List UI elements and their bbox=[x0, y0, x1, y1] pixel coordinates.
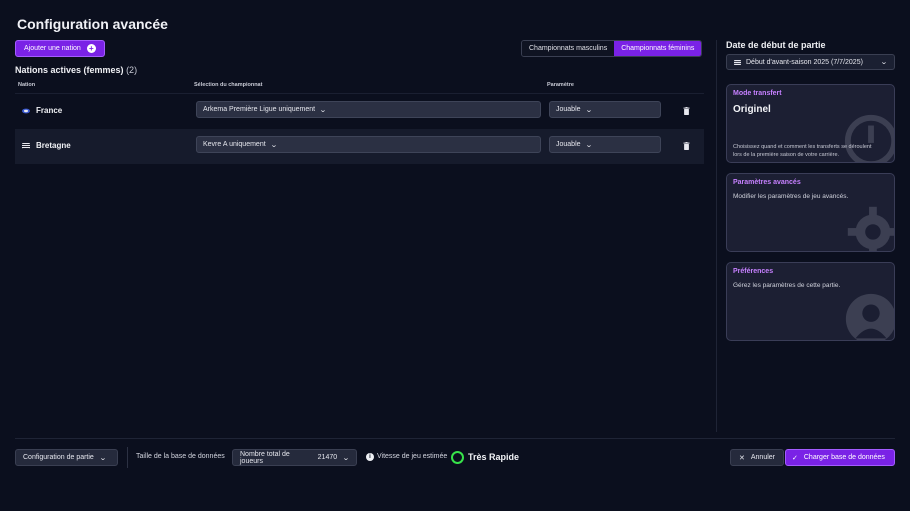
section-title: Nations actives (femmes) (2) bbox=[15, 65, 137, 75]
transfer-mode-card[interactable]: Mode transfert Originel Choisissez quand… bbox=[726, 84, 895, 163]
players-label: Nombre total de joueurs bbox=[240, 450, 290, 465]
card-value: Originel bbox=[733, 104, 771, 115]
league-gender-toggle: Championnats masculins Championnats fémi… bbox=[521, 40, 703, 57]
footer-separator bbox=[127, 447, 128, 468]
start-date-title: Date de début de partie bbox=[726, 40, 826, 50]
load-database-button[interactable]: ✓ Charger base de données bbox=[785, 449, 895, 466]
chevron-down-icon: ⌄ bbox=[880, 59, 888, 66]
parameter-value: Jouable bbox=[556, 141, 581, 148]
bretagne-flag-icon bbox=[22, 143, 30, 149]
championship-value: Kevre A uniquement bbox=[203, 141, 266, 148]
game-config-label: Configuration de partie bbox=[23, 454, 94, 461]
parameter-select[interactable]: Jouable ⌄ bbox=[549, 101, 661, 118]
add-nation-button[interactable]: Ajouter une nation + bbox=[15, 40, 105, 57]
parameter-value: Jouable bbox=[556, 106, 581, 113]
close-icon: ✕ bbox=[739, 454, 745, 462]
card-title: Préférences bbox=[733, 268, 774, 275]
check-icon: ✓ bbox=[792, 454, 798, 462]
table-row: France Arkema Première Ligue uniquement … bbox=[15, 94, 704, 129]
nation-name: Bretagne bbox=[36, 141, 71, 150]
gear-icon bbox=[847, 206, 894, 251]
page-title: Configuration avancée bbox=[17, 16, 168, 32]
card-description: Modifier les paramètres de jeu avancés. bbox=[733, 193, 849, 200]
start-date-value: Début d'avant-saison 2025 (7/7/2025) bbox=[746, 58, 863, 66]
parameter-select[interactable]: Jouable ⌄ bbox=[549, 136, 661, 153]
sidebar-divider bbox=[716, 40, 717, 432]
table-row: Bretagne Kevre A uniquement ⌄ Jouable ⌄ bbox=[15, 129, 704, 164]
trash-icon[interactable] bbox=[683, 107, 690, 115]
advanced-settings-card[interactable]: Paramètres avancés Modifier les paramètr… bbox=[726, 173, 895, 252]
chevron-down-icon: ⌄ bbox=[342, 454, 350, 462]
game-config-select[interactable]: Configuration de partie ⌄ bbox=[15, 449, 118, 466]
footer-divider bbox=[15, 438, 895, 439]
start-date-select[interactable]: Début d'avant-saison 2025 (7/7/2025) ⌄ bbox=[726, 54, 895, 70]
chevron-down-icon: ⌄ bbox=[584, 106, 593, 114]
section-title-text: Nations actives (femmes) bbox=[15, 65, 124, 75]
chevron-down-icon: ⌄ bbox=[269, 141, 278, 149]
tab-mens-leagues[interactable]: Championnats masculins bbox=[522, 41, 615, 56]
cancel-button[interactable]: ✕ Annuler bbox=[730, 449, 785, 466]
championship-select[interactable]: Arkema Première Ligue uniquement ⌄ bbox=[196, 101, 541, 118]
championship-select[interactable]: Kevre A uniquement ⌄ bbox=[196, 136, 541, 153]
card-description: Gérez les paramètres de cette partie. bbox=[733, 282, 841, 289]
cancel-label: Annuler bbox=[750, 454, 776, 461]
calendar-icon bbox=[734, 59, 741, 65]
user-icon bbox=[845, 293, 894, 340]
chevron-down-icon: ⌄ bbox=[98, 454, 107, 462]
db-size-label: Taille de la base de données bbox=[136, 453, 225, 460]
info-icon: i bbox=[366, 453, 374, 461]
column-header-parameter: Paramètre bbox=[547, 82, 574, 88]
card-title: Paramètres avancés bbox=[733, 179, 801, 186]
players-value: 21470 bbox=[317, 454, 338, 461]
speed-value: Très Rapide bbox=[468, 452, 520, 462]
tab-womens-leagues[interactable]: Championnats féminins bbox=[614, 41, 702, 56]
add-nation-label: Ajouter une nation bbox=[24, 45, 81, 52]
speed-indicator-icon bbox=[451, 451, 464, 464]
db-size-select[interactable]: Nombre total de joueurs 21470 ⌄ bbox=[232, 449, 357, 466]
chevron-down-icon: ⌄ bbox=[584, 141, 593, 149]
preferences-card[interactable]: Préférences Gérez les paramètres de cett… bbox=[726, 262, 895, 341]
nation-count: (2) bbox=[126, 65, 138, 75]
france-flag-icon bbox=[22, 108, 30, 114]
plus-icon: + bbox=[86, 44, 96, 53]
column-header-nation: Nation bbox=[18, 82, 36, 88]
card-title: Mode transfert bbox=[733, 90, 782, 97]
chevron-down-icon: ⌄ bbox=[319, 106, 327, 114]
load-label: Charger base de données bbox=[803, 454, 885, 461]
nation-name: France bbox=[36, 106, 63, 115]
speed-label: Vitesse de jeu estimée bbox=[377, 453, 448, 460]
clock-icon bbox=[844, 114, 894, 162]
trash-icon[interactable] bbox=[683, 142, 690, 150]
column-header-championship: Sélection du championnat bbox=[194, 82, 263, 88]
championship-value: Arkema Première Ligue uniquement bbox=[203, 106, 316, 113]
